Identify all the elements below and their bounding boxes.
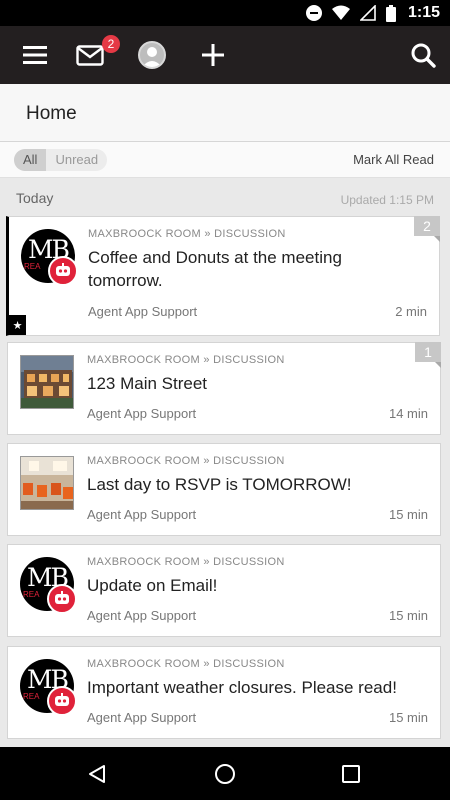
item-author: Agent App Support: [88, 304, 198, 319]
wifi-icon: [331, 5, 350, 20]
room-label: MAXBROOCK ROOM » DISCUSSION: [88, 228, 286, 240]
section-label: Today: [16, 190, 54, 206]
toolbar: 2: [0, 26, 450, 84]
recents-icon: [342, 764, 360, 783]
filter-row: All Unread Mark All Read: [0, 142, 450, 178]
search-icon: [411, 43, 436, 68]
menu-button[interactable]: [10, 26, 60, 84]
house-photo: [20, 355, 74, 409]
list-item[interactable]: MAXBROOCK ROOM » DISCUSSION Last day to …: [7, 443, 441, 536]
page-header: Home: [0, 84, 450, 142]
status-bar: 1:15: [0, 0, 450, 26]
robot-icon: [47, 686, 77, 716]
menu-icon: [23, 46, 47, 64]
home-button[interactable]: [195, 747, 255, 800]
back-icon: [89, 764, 105, 783]
list-item[interactable]: MB REA MAXBROOCK ROOM » DISCUSSION Impor…: [7, 646, 441, 739]
room-logo: MB REA: [20, 557, 77, 614]
room-label: MAXBROOCK ROOM » DISCUSSION: [87, 658, 285, 670]
system-nav-bar: [0, 747, 450, 800]
room-logo: MB REA: [20, 659, 77, 716]
item-author: Agent App Support: [87, 406, 197, 421]
item-title: Important weather closures. Please read!: [87, 678, 397, 697]
robot-icon: [48, 256, 78, 286]
restaurant-photo: [20, 456, 74, 510]
item-time: 14 min: [388, 406, 428, 421]
mark-all-read-button[interactable]: Mark All Read: [353, 152, 434, 167]
search-button[interactable]: [398, 26, 448, 84]
section-header: Today Updated 1:15 PM: [0, 178, 450, 216]
status-time: 1:15: [407, 4, 440, 21]
room-label: MAXBROOCK ROOM » DISCUSSION: [87, 556, 285, 568]
updated-time: Updated 1:15 PM: [340, 193, 434, 207]
dnd-icon: [305, 5, 322, 21]
item-title: Last day to RSVP is TOMORROW!: [87, 475, 352, 494]
room-logo: MB REA: [21, 229, 78, 286]
signal-icon: [359, 5, 376, 21]
battery-icon: [385, 4, 396, 22]
room-label: MAXBROOCK ROOM » DISCUSSION: [87, 455, 285, 467]
item-time: 15 min: [388, 608, 428, 623]
recents-button[interactable]: [321, 747, 381, 800]
home-icon: [215, 763, 235, 784]
filter-segmented-control: All Unread: [14, 149, 108, 171]
page-title: Home: [26, 103, 77, 124]
pinned-star-icon: ★: [9, 315, 26, 335]
room-label: MAXBROOCK ROOM » DISCUSSION: [87, 354, 285, 366]
robot-icon: [47, 584, 77, 614]
comment-count-badge: 2: [414, 216, 440, 242]
add-icon: [202, 44, 224, 66]
add-button[interactable]: [188, 26, 238, 84]
mail-badge: 2: [102, 35, 120, 53]
mail-icon: [76, 44, 104, 66]
item-time: 15 min: [388, 507, 428, 522]
item-title: 123 Main Street: [87, 374, 208, 393]
item-title: Update on Email!: [87, 576, 218, 595]
item-time: 15 min: [388, 710, 428, 725]
back-button[interactable]: [67, 747, 127, 800]
item-author: Agent App Support: [87, 507, 197, 522]
list-item[interactable]: MAXBROOCK ROOM » DISCUSSION 123 Main Str…: [7, 342, 441, 435]
list-item[interactable]: MB REA MAXBROOCK ROOM » DISCUSSION Updat…: [7, 544, 441, 637]
list-item[interactable]: MB REA MAXBROOCK ROOM » DISCUSSION Coffe…: [6, 216, 440, 336]
item-author: Agent App Support: [87, 710, 197, 725]
profile-button[interactable]: [127, 26, 177, 84]
profile-icon: [138, 41, 166, 69]
filter-all-tab[interactable]: All: [14, 149, 47, 171]
item-time: 2 min: [395, 304, 427, 319]
item-author: Agent App Support: [87, 608, 197, 623]
comment-count-badge: 1: [415, 342, 441, 368]
filter-unread-tab[interactable]: Unread: [46, 149, 107, 171]
item-title: Coffee and Donuts at the meeting tomorro…: [88, 248, 342, 290]
